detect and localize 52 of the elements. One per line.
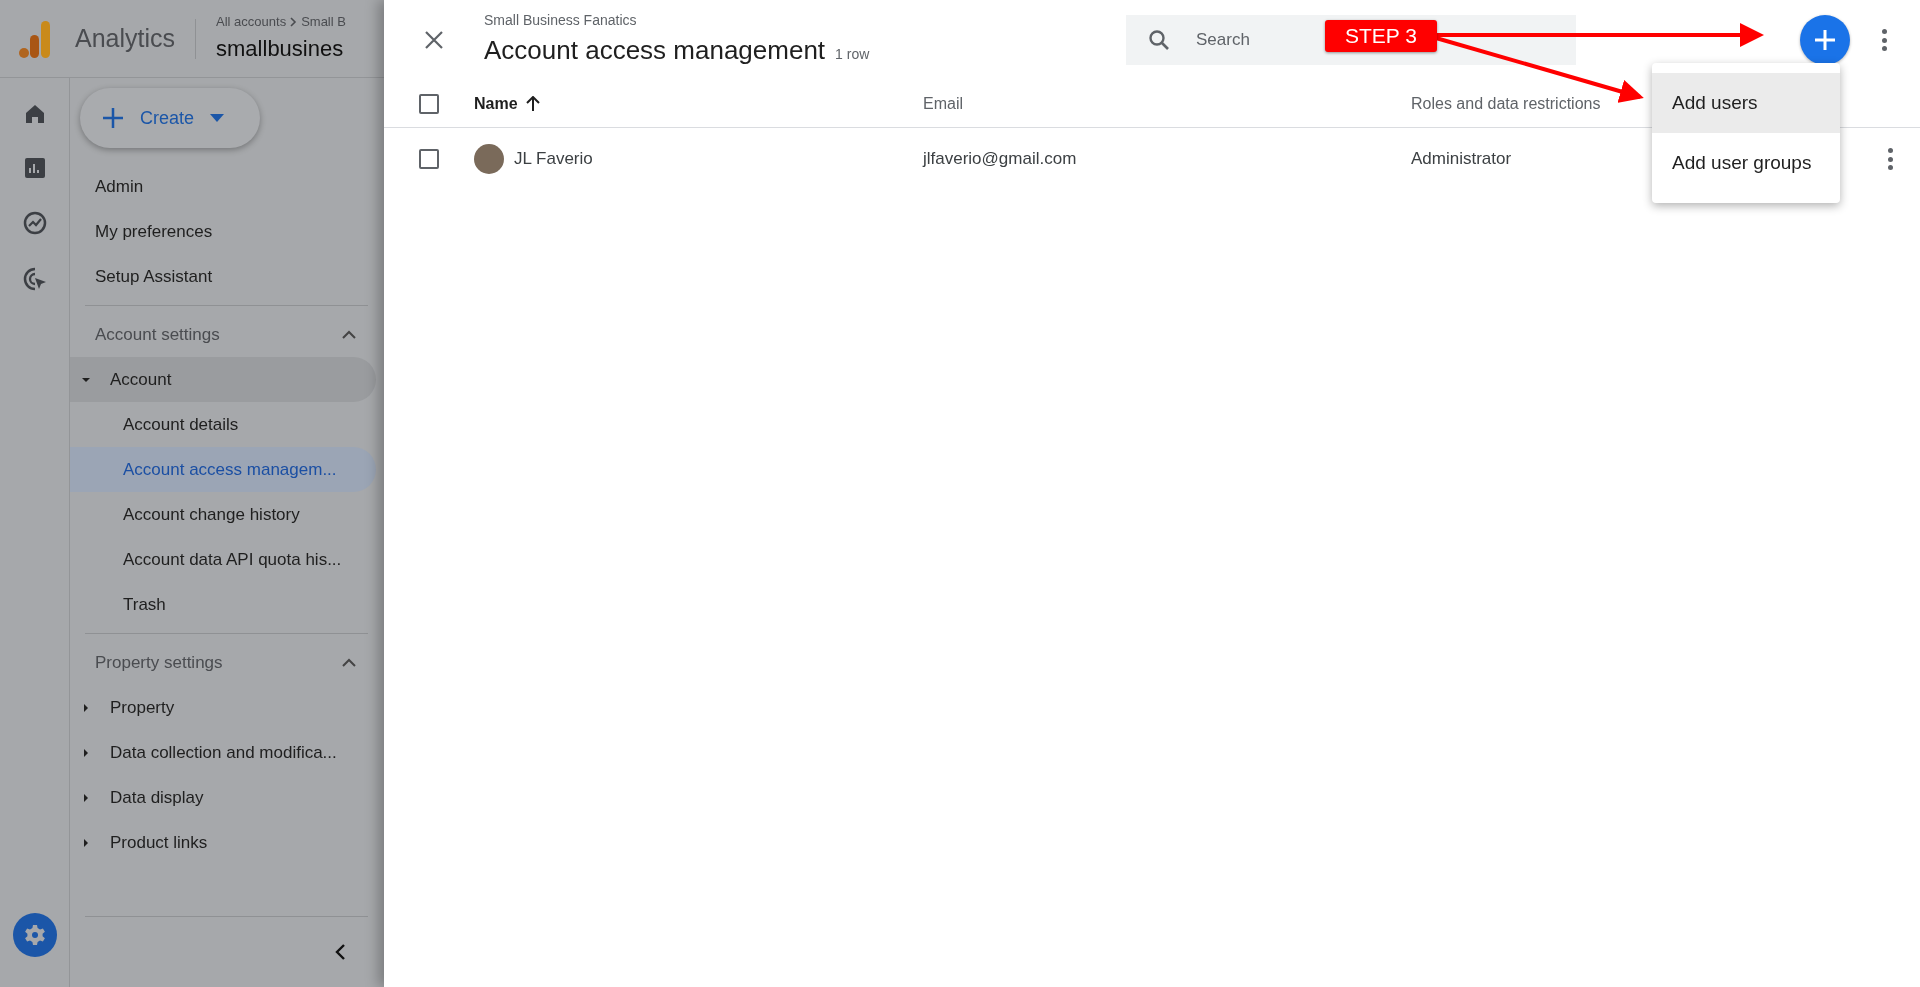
cursor-target-icon[interactable] bbox=[21, 266, 48, 292]
caret-down-icon bbox=[210, 114, 225, 122]
step-label: STEP 3 bbox=[1325, 20, 1437, 52]
nav-group[interactable]: Data collection and modifica... bbox=[70, 730, 376, 775]
close-icon bbox=[425, 31, 443, 49]
nav-item[interactable]: Setup Assistant bbox=[70, 254, 376, 299]
search-icon bbox=[1148, 29, 1170, 51]
checkbox[interactable] bbox=[419, 93, 439, 114]
app-name: Analytics bbox=[75, 22, 176, 54]
row-options-button[interactable] bbox=[1886, 148, 1894, 170]
settings-button[interactable] bbox=[12, 913, 57, 957]
user-role: Administrator bbox=[1411, 149, 1512, 169]
user-name: JL Faverio bbox=[514, 148, 593, 171]
menu-item[interactable]: Add users bbox=[1652, 73, 1840, 133]
section-header[interactable]: Property settings bbox=[70, 640, 376, 685]
column-header[interactable]: Name bbox=[474, 91, 540, 116]
nav-group[interactable]: Product links bbox=[70, 820, 376, 865]
avatar bbox=[474, 144, 504, 174]
nav-group[interactable]: Property bbox=[70, 685, 376, 730]
column-header[interactable]: Roles and data restrictions bbox=[1411, 91, 1601, 116]
nav-item[interactable]: Account data API quota his... bbox=[70, 537, 376, 582]
nav-group[interactable]: Account bbox=[70, 357, 376, 402]
nav-group[interactable]: Data display bbox=[70, 775, 376, 820]
row-count: 1 row bbox=[835, 45, 870, 64]
chevron-right-icon bbox=[290, 17, 298, 27]
bar-chart-logo-icon bbox=[18, 18, 50, 59]
nav-item[interactable]: Trash bbox=[70, 582, 376, 627]
checkbox[interactable] bbox=[419, 149, 439, 169]
breadcrumb-link[interactable]: All accounts bbox=[216, 12, 287, 32]
breadcrumb-link[interactable]: Small B bbox=[301, 12, 346, 32]
plus-icon bbox=[1814, 29, 1836, 51]
chevron-up-icon[interactable] bbox=[342, 330, 356, 339]
account-context: Small Business Fanatics bbox=[484, 11, 638, 30]
nav-item[interactable]: Account change history bbox=[70, 492, 376, 537]
user-email: jlfaverio@gmail.com bbox=[923, 148, 1078, 171]
add-button[interactable] bbox=[1800, 15, 1850, 65]
panel-title: Account access management bbox=[484, 34, 826, 67]
chevron-up-icon[interactable] bbox=[342, 658, 356, 667]
nav-item[interactable]: My preferences bbox=[70, 209, 376, 254]
plus-icon bbox=[102, 107, 124, 129]
arrow-up-icon bbox=[525, 95, 540, 112]
more-options-button[interactable] bbox=[1880, 29, 1888, 51]
nav-item[interactable]: Account details bbox=[70, 402, 376, 447]
menu-item[interactable]: Add user groups bbox=[1652, 133, 1840, 193]
settings-icon bbox=[22, 923, 47, 947]
account-name[interactable]: smallbusines bbox=[216, 31, 346, 65]
section-header[interactable]: Account settings bbox=[70, 312, 376, 357]
nav-item[interactable]: Admin bbox=[70, 164, 376, 209]
bar-chart-icon[interactable] bbox=[22, 156, 47, 180]
trend-chart-icon[interactable] bbox=[21, 210, 48, 236]
column-header[interactable]: Email bbox=[923, 91, 963, 116]
chevron-left-icon[interactable] bbox=[334, 943, 346, 961]
